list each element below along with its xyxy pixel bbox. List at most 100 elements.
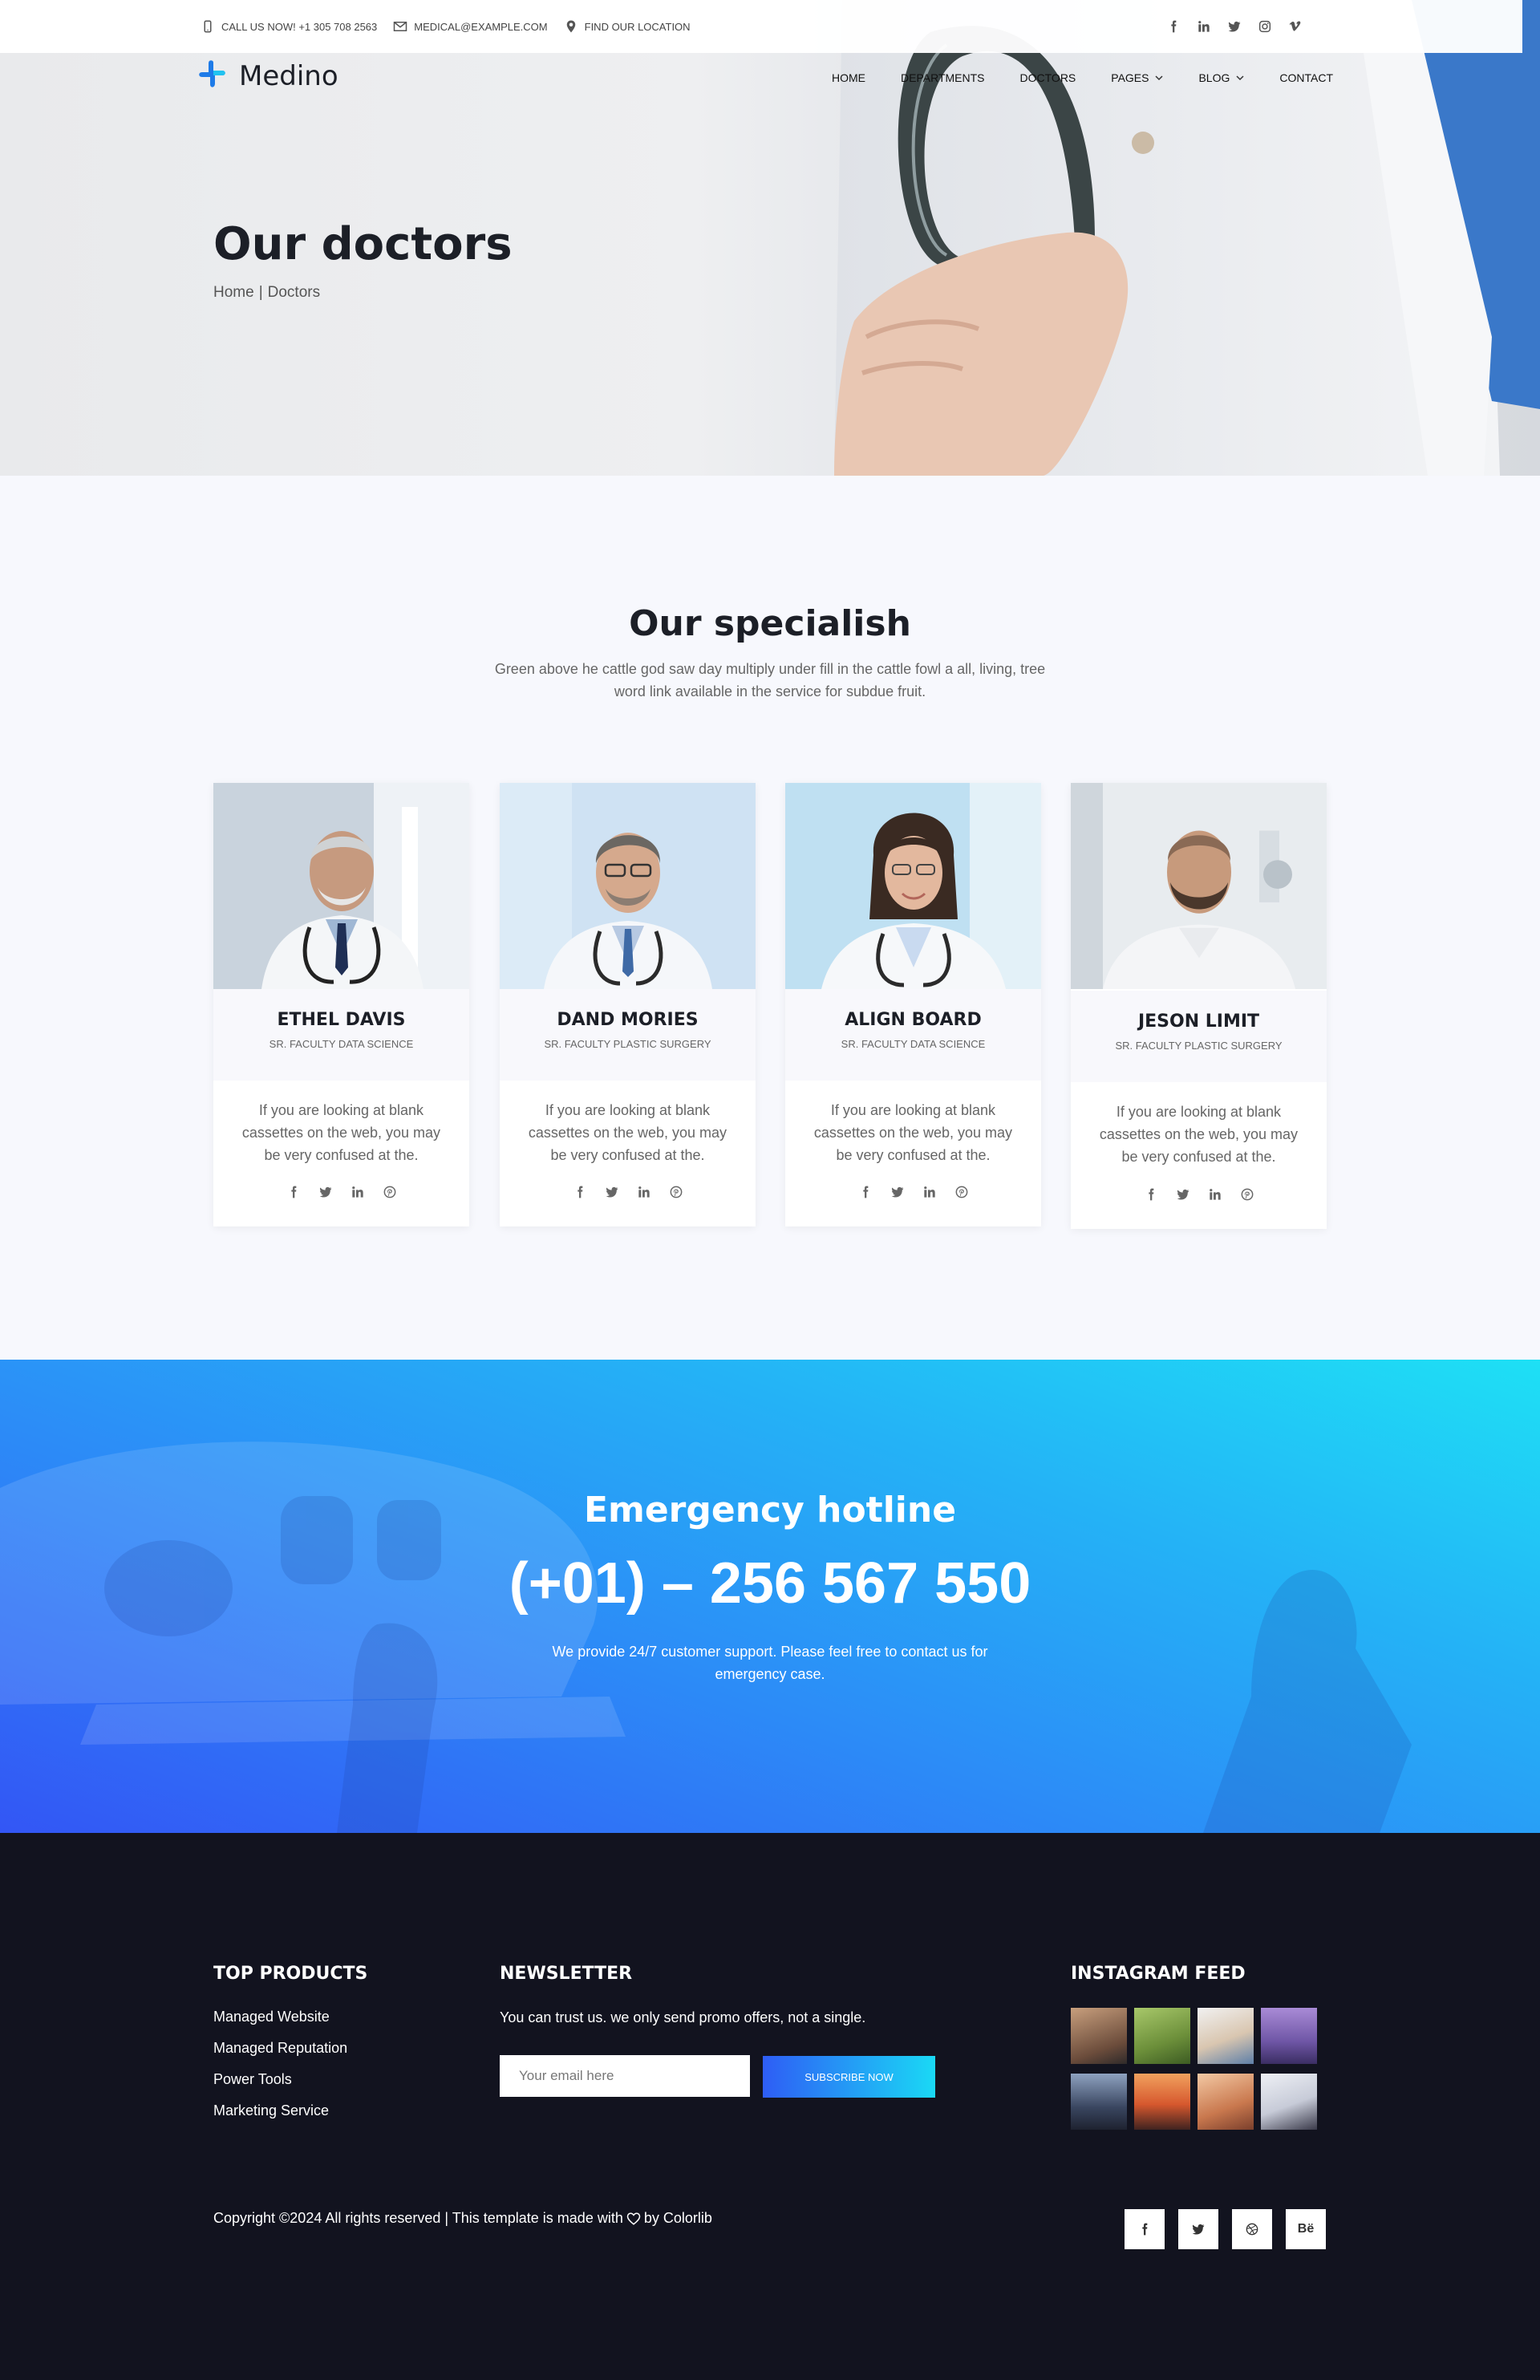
nav-departments[interactable]: DEPARTMENTS — [901, 71, 985, 84]
doctor-social-links — [500, 1186, 756, 1198]
top-products-heading: TOP PRODUCTS — [213, 1964, 368, 1984]
twitter-icon[interactable] — [606, 1186, 618, 1198]
doctor-social-links — [213, 1186, 469, 1198]
instagram-thumbnail[interactable] — [1198, 2074, 1254, 2130]
nav-blog[interactable]: BLOG — [1198, 71, 1244, 84]
doctor-photo — [1071, 783, 1327, 991]
top-bar: CALL US NOW! +1 305 708 2563 MEDICAL@EXA… — [0, 0, 1522, 53]
twitter-icon[interactable] — [1177, 1188, 1189, 1201]
footer-twitter-button[interactable] — [1178, 2209, 1218, 2249]
breadcrumb-current: Doctors — [267, 284, 321, 301]
pinterest-icon[interactable] — [670, 1186, 683, 1198]
chevron-down-icon — [1155, 75, 1163, 81]
nav-pages[interactable]: PAGES — [1111, 71, 1163, 84]
newsletter-email-input[interactable] — [500, 2055, 750, 2097]
nav-departments-label: DEPARTMENTS — [901, 71, 985, 84]
footer-social-links: Bë — [1125, 2209, 1326, 2249]
emergency-banner: Emergency hotline (+01) – 256 567 550 We… — [0, 1360, 1540, 1833]
emergency-description: We provide 24/7 customer support. Please… — [552, 1644, 988, 1682]
twitter-icon[interactable] — [1228, 20, 1241, 33]
doctor-photo — [785, 783, 1041, 989]
email-text: MEDICAL@EXAMPLE.COM — [414, 20, 548, 33]
facebook-icon[interactable] — [1167, 20, 1180, 33]
linkedin-icon[interactable] — [1209, 1188, 1222, 1201]
instagram-feed-grid — [1071, 2008, 1317, 2130]
map-pin-icon — [566, 20, 575, 33]
doctor-role: SR. FACULTY DATA SCIENCE — [841, 1038, 986, 1050]
copyright-suffix[interactable]: by Colorlib — [644, 2210, 712, 2227]
instagram-thumbnail[interactable] — [1198, 2008, 1254, 2064]
footer-link[interactable]: Managed Website — [213, 2009, 347, 2025]
vimeo-icon[interactable] — [1289, 20, 1302, 33]
dribbble-icon — [1246, 2223, 1258, 2236]
doctor-card: ALIGN BOARD SR. FACULTY DATA SCIENCE If … — [785, 783, 1041, 1226]
phone-contact[interactable]: CALL US NOW! +1 305 708 2563 — [201, 19, 377, 34]
doctor-header: DAND MORIES SR. FACULTY PLASTIC SURGERY — [500, 989, 756, 1081]
footer-behance-button[interactable]: Bë — [1286, 2209, 1326, 2249]
linkedin-icon[interactable] — [923, 1186, 936, 1198]
twitter-icon — [1192, 2224, 1205, 2235]
subscribe-button[interactable]: SUBSCRIBE NOW — [763, 2056, 935, 2098]
nav-doctors[interactable]: DOCTORS — [1020, 71, 1076, 84]
doctor-photo — [213, 783, 469, 989]
linkedin-icon[interactable] — [351, 1186, 364, 1198]
breadcrumb-home[interactable]: Home — [213, 284, 254, 302]
footer-link[interactable]: Marketing Service — [213, 2102, 347, 2119]
envelope-icon — [394, 22, 407, 31]
hero-banner: CALL US NOW! +1 305 708 2563 MEDICAL@EXA… — [0, 0, 1540, 476]
email-contact[interactable]: MEDICAL@EXAMPLE.COM — [393, 19, 548, 34]
instagram-icon[interactable] — [1258, 20, 1271, 33]
instagram-thumbnail[interactable] — [1071, 2008, 1127, 2064]
instagram-thumbnail[interactable] — [1071, 2074, 1127, 2130]
pinterest-icon[interactable] — [383, 1186, 396, 1198]
instagram-thumbnail[interactable] — [1134, 2008, 1190, 2064]
facebook-icon[interactable] — [287, 1186, 300, 1198]
site-footer: TOP PRODUCTS Managed Website Managed Rep… — [0, 1833, 1540, 2380]
location-contact[interactable]: FIND OUR LOCATION — [564, 19, 691, 34]
footer-dribbble-button[interactable] — [1232, 2209, 1272, 2249]
instagram-thumbnail[interactable] — [1261, 2074, 1317, 2130]
section-subtitle: Green above he cattle god saw day multip… — [494, 661, 1046, 699]
medical-cross-icon — [199, 60, 225, 87]
footer-facebook-button[interactable] — [1125, 2209, 1165, 2249]
emergency-title: Emergency hotline — [583, 1490, 957, 1531]
doctor-role: SR. FACULTY PLASTIC SURGERY — [1115, 1040, 1283, 1052]
doctor-card: ETHEL DAVIS SR. FACULTY DATA SCIENCE If … — [213, 783, 469, 1226]
newsletter-description: You can trust us. we only send promo off… — [500, 2009, 866, 2025]
breadcrumb-separator: | — [258, 284, 263, 301]
phone-icon — [204, 20, 212, 33]
instagram-thumbnail[interactable] — [1134, 2074, 1190, 2130]
facebook-icon[interactable] — [573, 1186, 586, 1198]
doctor-name: JESON LIMIT — [1137, 1012, 1260, 1032]
logo-text: Medino — [239, 60, 338, 92]
doctor-name: DAND MORIES — [557, 1010, 699, 1030]
nav-home[interactable]: HOME — [832, 71, 865, 84]
nav-pages-label: PAGES — [1111, 71, 1149, 84]
site-logo[interactable]: Medino — [197, 59, 338, 93]
doctor-card: DAND MORIES SR. FACULTY PLASTIC SURGERY … — [500, 783, 756, 1226]
footer-link[interactable]: Power Tools — [213, 2071, 347, 2088]
emergency-phone[interactable]: (+01) – 256 567 550 — [0, 1551, 1540, 1616]
twitter-icon[interactable] — [319, 1186, 332, 1198]
nav-contact[interactable]: CONTACT — [1279, 71, 1333, 84]
footer-link[interactable]: Managed Reputation — [213, 2040, 347, 2057]
instagram-heading: INSTAGRAM FEED — [1071, 1964, 1246, 1984]
pinterest-icon[interactable] — [1241, 1188, 1254, 1201]
nav-doctors-label: DOCTORS — [1019, 71, 1076, 84]
twitter-icon[interactable] — [891, 1186, 904, 1198]
pinterest-icon[interactable] — [955, 1186, 968, 1198]
instagram-thumbnail[interactable] — [1261, 2008, 1317, 2064]
copyright-text: Copyright ©2024 All rights reserved | Th… — [213, 2210, 712, 2227]
facebook-icon — [1142, 2223, 1148, 2236]
top-products-list: Managed Website Managed Reputation Power… — [213, 2009, 347, 2119]
facebook-icon[interactable] — [1145, 1188, 1157, 1201]
newsletter-heading: NEWSLETTER — [500, 1964, 633, 1984]
facebook-icon[interactable] — [859, 1186, 872, 1198]
chevron-down-icon — [1236, 75, 1244, 81]
doctor-description: If you are looking at blank cassettes on… — [241, 1102, 441, 1163]
doctor-role: SR. FACULTY DATA SCIENCE — [269, 1038, 414, 1050]
linkedin-icon[interactable] — [1198, 20, 1210, 33]
doctor-name: ETHEL DAVIS — [277, 1010, 406, 1030]
heart-icon — [626, 2212, 641, 2225]
linkedin-icon[interactable] — [638, 1186, 650, 1198]
